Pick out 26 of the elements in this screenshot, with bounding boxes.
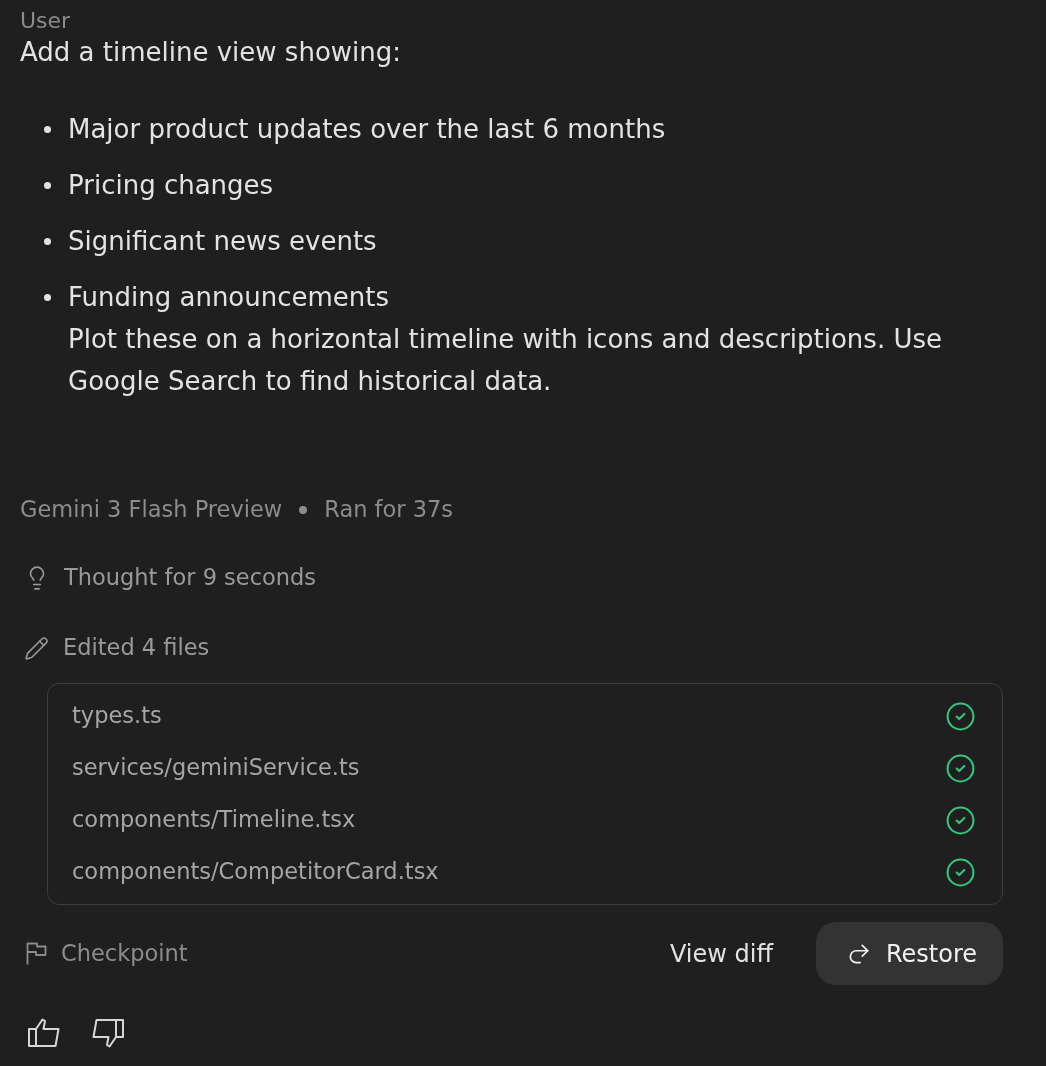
run-duration: Ran for 37s (324, 495, 454, 525)
thoughts-button[interactable]: Thought for 9 seconds (20, 560, 317, 596)
view-diff-button[interactable]: View diff (661, 930, 781, 977)
thumbs-down-icon[interactable] (92, 1018, 124, 1048)
list-item-text: Funding announcements (68, 281, 390, 314)
message-text: Add a timeline view showing: (20, 38, 402, 66)
bullet-icon (44, 237, 51, 245)
model-name: Gemini 3 Flash Preview (20, 495, 283, 525)
message-paragraph: Plot these on a horizontal timeline with icons and descriptions. Use Google Search to find historical data. (68, 323, 943, 398)
file-path[interactable]: services/geminiService.ts (72, 751, 360, 785)
list-item-text: Significant news events (68, 225, 377, 258)
bullet-icon (44, 293, 51, 301)
file-path[interactable]: types.ts (72, 699, 162, 733)
edited-files-button[interactable]: Edited 4 files (20, 630, 210, 666)
checkpoint-label: Checkpoint (61, 938, 188, 968)
bullet-icon (44, 181, 51, 189)
file-path[interactable]: components/Timeline.tsx (72, 803, 356, 837)
file-path[interactable]: components/CompetitorCard.tsx (72, 855, 439, 889)
thumbs-up-icon[interactable] (28, 1018, 60, 1048)
bullet-icon (44, 125, 51, 133)
list-item-text: Major product updates over the last 6 months (68, 113, 666, 146)
list-item-text: Pricing changes (68, 169, 274, 202)
author-label: User (20, 7, 71, 35)
flag-icon (26, 942, 47, 965)
pencil-icon (24, 635, 49, 661)
restore-button[interactable]: Restore (815, 922, 1003, 985)
